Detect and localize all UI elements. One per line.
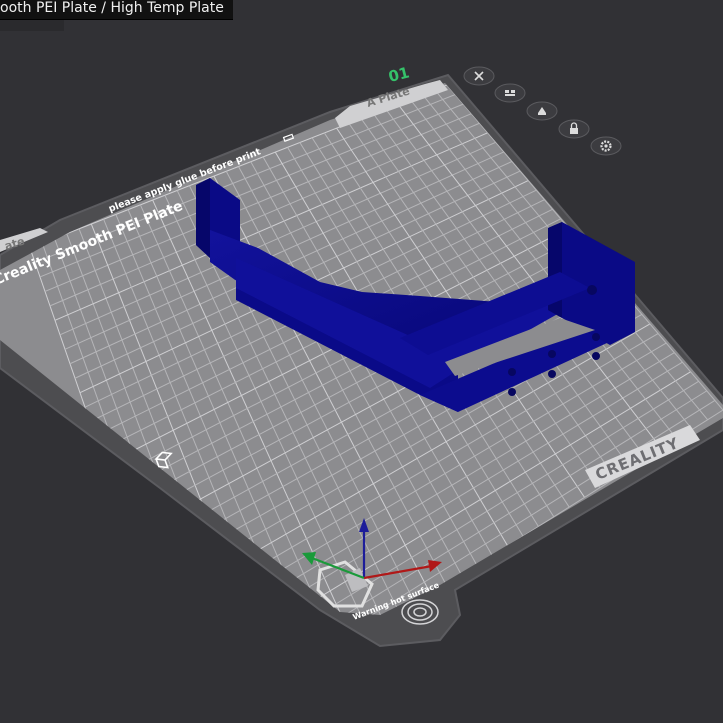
bolt-hole bbox=[508, 388, 516, 396]
lock-plate-button[interactable] bbox=[558, 119, 590, 139]
plate-number: 01 bbox=[387, 63, 412, 86]
tooltip-text: ooth PEI Plate / High Temp Plate bbox=[0, 0, 224, 16]
bolt-hole bbox=[508, 368, 516, 376]
bolt-hole bbox=[587, 285, 597, 295]
arrange-plate-button[interactable] bbox=[494, 83, 526, 103]
plate-type-tooltip: ooth PEI Plate / High Temp Plate bbox=[0, 0, 233, 20]
bolt-hole bbox=[592, 333, 600, 341]
bolt-hole bbox=[548, 350, 556, 358]
plate-settings-button[interactable] bbox=[590, 136, 622, 156]
tooltip-shadow bbox=[0, 19, 64, 31]
build-plate-scene[interactable]: A Plate ate Creality Smooth PEI Plate pl… bbox=[0, 0, 723, 723]
bolt-hole bbox=[548, 370, 556, 378]
bolt-hole bbox=[592, 352, 600, 360]
close-plate-button[interactable] bbox=[463, 66, 495, 86]
orient-plate-button[interactable] bbox=[526, 101, 558, 121]
3d-viewport[interactable]: A Plate ate Creality Smooth PEI Plate pl… bbox=[0, 0, 723, 723]
